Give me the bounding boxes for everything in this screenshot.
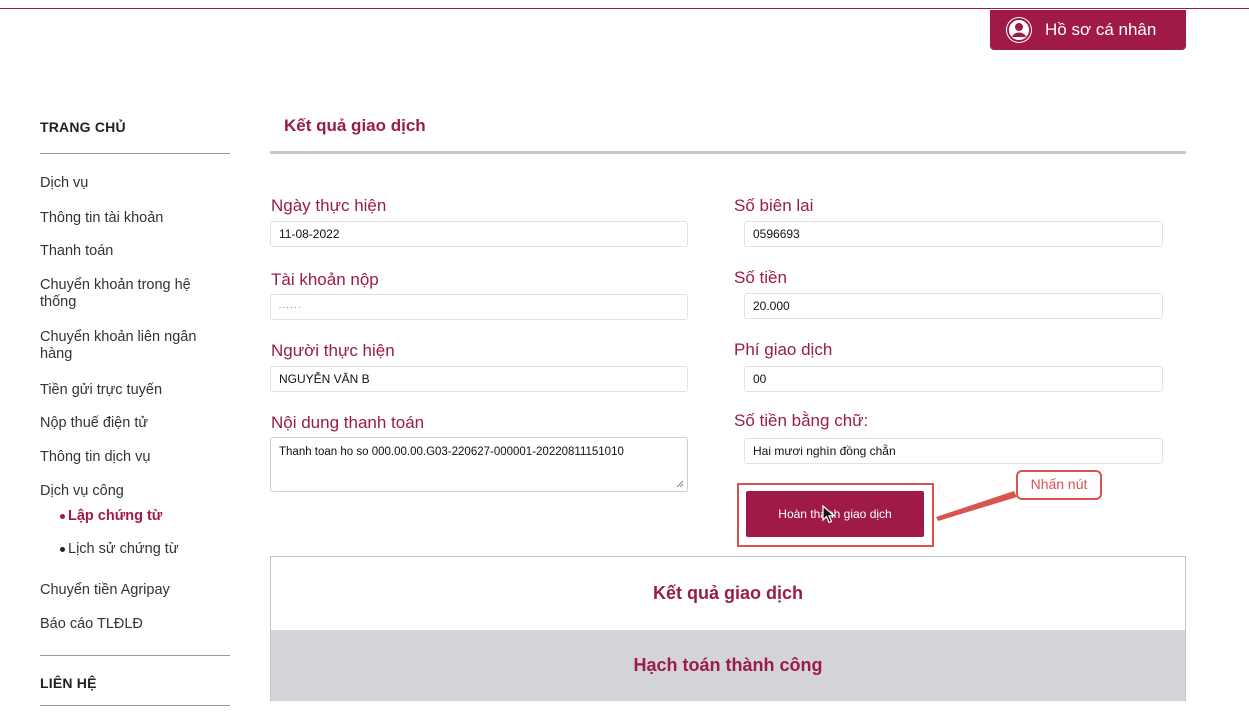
receipt-field[interactable]: 0596693 <box>744 221 1163 247</box>
person-label: Người thực hiện <box>271 341 395 360</box>
sidebar-item-internal-transfer[interactable]: Chuyển khoản trong hệ thống <box>40 277 225 311</box>
sidebar-divider <box>40 153 230 154</box>
content-label: Nội dung thanh toán <box>271 413 425 432</box>
sidebar-home-heading[interactable]: TRANG CHỦ <box>40 119 126 135</box>
date-field[interactable]: 11-08-2022 <box>270 221 688 247</box>
content-textarea[interactable]: Thanh toan ho so 000.00.00.G03-220627-00… <box>270 437 688 492</box>
profile-button[interactable]: Hồ sơ cá nhân <box>990 10 1186 50</box>
title-divider <box>270 151 1186 154</box>
sidebar-item-dich-vu[interactable]: Dịch vụ <box>40 175 230 192</box>
sidebar-divider <box>40 705 230 706</box>
account-field[interactable]: . . . . . . <box>270 294 688 320</box>
bullet-icon <box>60 514 65 519</box>
profile-label: Hồ sơ cá nhân <box>1045 20 1157 39</box>
person-field[interactable]: NGUYỄN VĂN B <box>270 366 688 392</box>
sidebar-item-service-info[interactable]: Thông tin dịch vụ <box>40 449 230 466</box>
sidebar-item-agripay[interactable]: Chuyển tiền Agripay <box>40 582 230 599</box>
subitem-label: Lịch sử chứng từ <box>68 541 179 557</box>
sidebar-item-e-tax[interactable]: Nộp thuế điện tử <box>40 415 230 432</box>
mouse-cursor-icon <box>822 505 836 524</box>
result-heading: Kết quả giao dịch <box>271 557 1185 630</box>
sidebar-item-online-deposit[interactable]: Tiền gửi trực tuyến <box>40 382 230 399</box>
sidebar-item-public-service[interactable]: Dịch vụ công <box>40 483 230 500</box>
fee-label: Phí giao dịch <box>734 340 833 359</box>
amount-words-field[interactable]: Hai mươi nghìn đồng chẵn <box>744 438 1163 464</box>
subitem-label: Lập chứng từ <box>68 508 163 524</box>
amount-words-label: Số tiền bằng chữ: <box>734 411 869 430</box>
account-label: Tài khoản nộp <box>271 270 379 289</box>
receipt-label: Số biên lai <box>734 196 814 215</box>
result-status: Hạch toán thành công <box>271 630 1185 701</box>
resize-handle-icon[interactable] <box>676 480 684 488</box>
sidebar-item-report[interactable]: Báo cáo TLĐLĐ <box>40 616 230 633</box>
user-icon <box>1006 17 1032 43</box>
callout-label: Nhấn nút <box>1016 470 1102 500</box>
result-panel: Kết quả giao dịch Hạch toán thành công <box>270 556 1186 701</box>
date-label: Ngày thực hiện <box>271 196 387 215</box>
sidebar-divider <box>40 655 230 656</box>
sidebar-item-payment[interactable]: Thanh toán <box>40 243 230 260</box>
sidebar-item-account-info[interactable]: Thông tin tài khoản <box>40 210 230 227</box>
fee-field[interactable]: 00 <box>744 366 1163 392</box>
sidebar-subitem-create-voucher[interactable]: Lập chứng từ <box>60 508 162 525</box>
sidebar-item-interbank-transfer[interactable]: Chuyển khoản liên ngân hàng <box>40 329 225 363</box>
header-divider <box>0 8 1249 9</box>
bullet-icon <box>60 547 65 552</box>
amount-label: Số tiền <box>734 268 787 287</box>
page-title: Kết quả giao dịch <box>284 116 426 135</box>
sidebar-contact-heading[interactable]: LIÊN HỆ <box>40 675 97 691</box>
sidebar-subitem-voucher-history[interactable]: Lịch sử chứng từ <box>60 541 179 558</box>
amount-field[interactable]: 20.000 <box>744 293 1163 319</box>
